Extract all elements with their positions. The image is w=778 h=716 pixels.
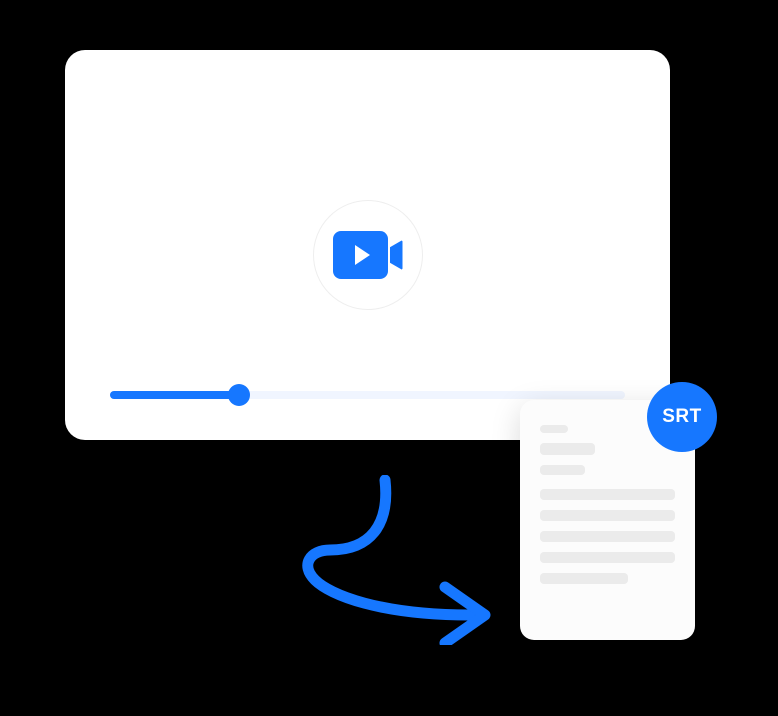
document-text-line [540, 465, 585, 475]
play-button[interactable] [313, 200, 423, 310]
document-text-line [540, 510, 675, 521]
conversion-arrow-icon [270, 475, 520, 645]
progress-thumb[interactable] [228, 384, 250, 406]
document-text-line [540, 489, 675, 500]
video-camera-icon [333, 231, 403, 279]
document-text-line [540, 531, 675, 542]
document-text-line [540, 425, 568, 433]
srt-document-card: SRT [520, 400, 695, 640]
srt-badge: SRT [647, 382, 717, 452]
progress-track [110, 391, 625, 399]
video-player-card [65, 50, 670, 440]
document-text-line [540, 552, 675, 563]
document-text-line [540, 443, 595, 455]
progress-fill [110, 391, 239, 399]
srt-badge-label: SRT [662, 406, 702, 428]
document-text-line [540, 573, 628, 584]
